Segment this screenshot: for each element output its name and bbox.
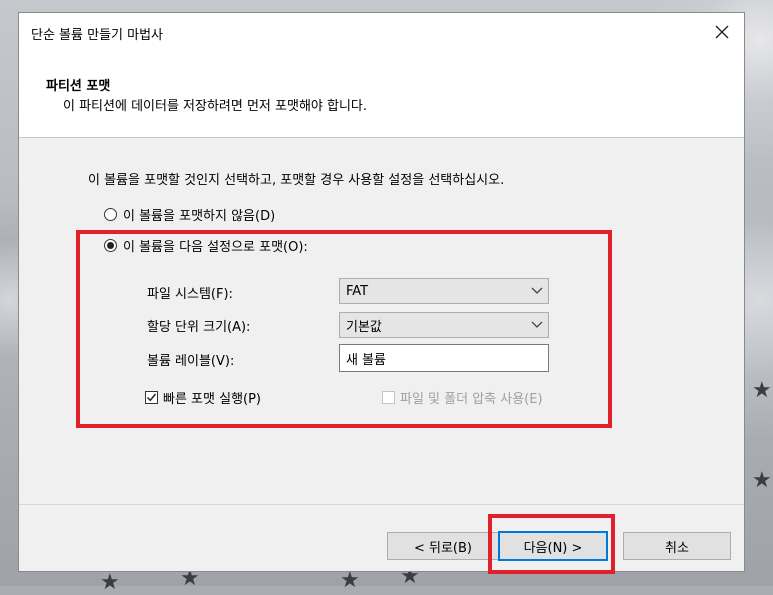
wizard-footer: < 뒤로(B) 다음(N) > 취소 [19,504,744,573]
compression-checkbox [382,391,395,404]
star-decoration: ★ [752,468,772,493]
cancel-button[interactable]: 취소 [623,532,731,560]
radio-no-format-label: 이 볼륨을 포맷하지 않음(D) [123,209,276,224]
radio-format[interactable]: 이 볼륨을 다음 설정으로 포맷(O): [104,236,308,255]
star-decoration: ★ [340,568,360,593]
window-title: 단순 볼륨 만들기 마법사 [31,28,163,43]
radio-format-label: 이 볼륨을 다음 설정으로 포맷(O): [123,240,308,255]
compression-label: 파일 및 폴더 압축 사용(E) [400,392,543,407]
volume-label-input[interactable]: 새 볼륨 [339,344,549,372]
wizard-window: 단순 볼륨 만들기 마법사 파티션 포맷 이 파티션에 데이터를 저장하려면 먼… [18,12,745,572]
close-icon [715,25,729,39]
page-title: 파티션 포맷 [46,79,111,94]
volume-label-label: 볼륨 레이블(V): [147,354,235,369]
next-button[interactable]: 다음(N) > [498,531,608,561]
wizard-body: 이 볼륨을 포맷할 것인지 선택하고, 포맷할 경우 사용할 설정을 선택하십시… [19,138,744,504]
quick-format-label: 빠른 포맷 실행(P) [163,392,262,407]
star-decoration: ★ [100,570,120,595]
allocation-unit-label: 할당 단위 크기(A): [147,320,251,335]
close-button[interactable] [704,17,740,47]
compression-checkbox-row: 파일 및 폴더 압축 사용(E) [382,388,543,407]
wizard-header: 파티션 포맷 이 파티션에 데이터를 저장하려면 먼저 포맷해야 합니다. [19,53,744,138]
file-system-select[interactable]: FAT [339,278,549,304]
quick-format-checkbox[interactable] [145,391,158,404]
quick-format-checkbox-row[interactable]: 빠른 포맷 실행(P) [145,388,261,407]
radio-button-checked[interactable] [104,239,117,252]
back-button[interactable]: < 뒤로(B) [387,532,499,560]
allocation-unit-select[interactable]: 기본값 [339,312,549,338]
file-system-value: FAT [346,283,369,299]
title-bar: 단순 볼륨 만들기 마법사 [19,13,744,53]
radio-button[interactable] [104,208,117,221]
instruction-text: 이 볼륨을 포맷할 것인지 선택하고, 포맷할 경우 사용할 설정을 선택하십시… [88,173,505,188]
radio-no-format[interactable]: 이 볼륨을 포맷하지 않음(D) [104,205,275,224]
page-subtitle: 이 파티션에 데이터를 저장하려면 먼저 포맷해야 합니다. [63,99,368,114]
file-system-label: 파일 시스템(F): [147,287,233,302]
star-decoration: ★ [752,378,772,403]
chevron-down-icon [526,287,548,295]
chevron-down-icon [526,321,548,329]
checkmark-icon [146,393,157,402]
allocation-unit-value: 기본값 [346,319,382,335]
